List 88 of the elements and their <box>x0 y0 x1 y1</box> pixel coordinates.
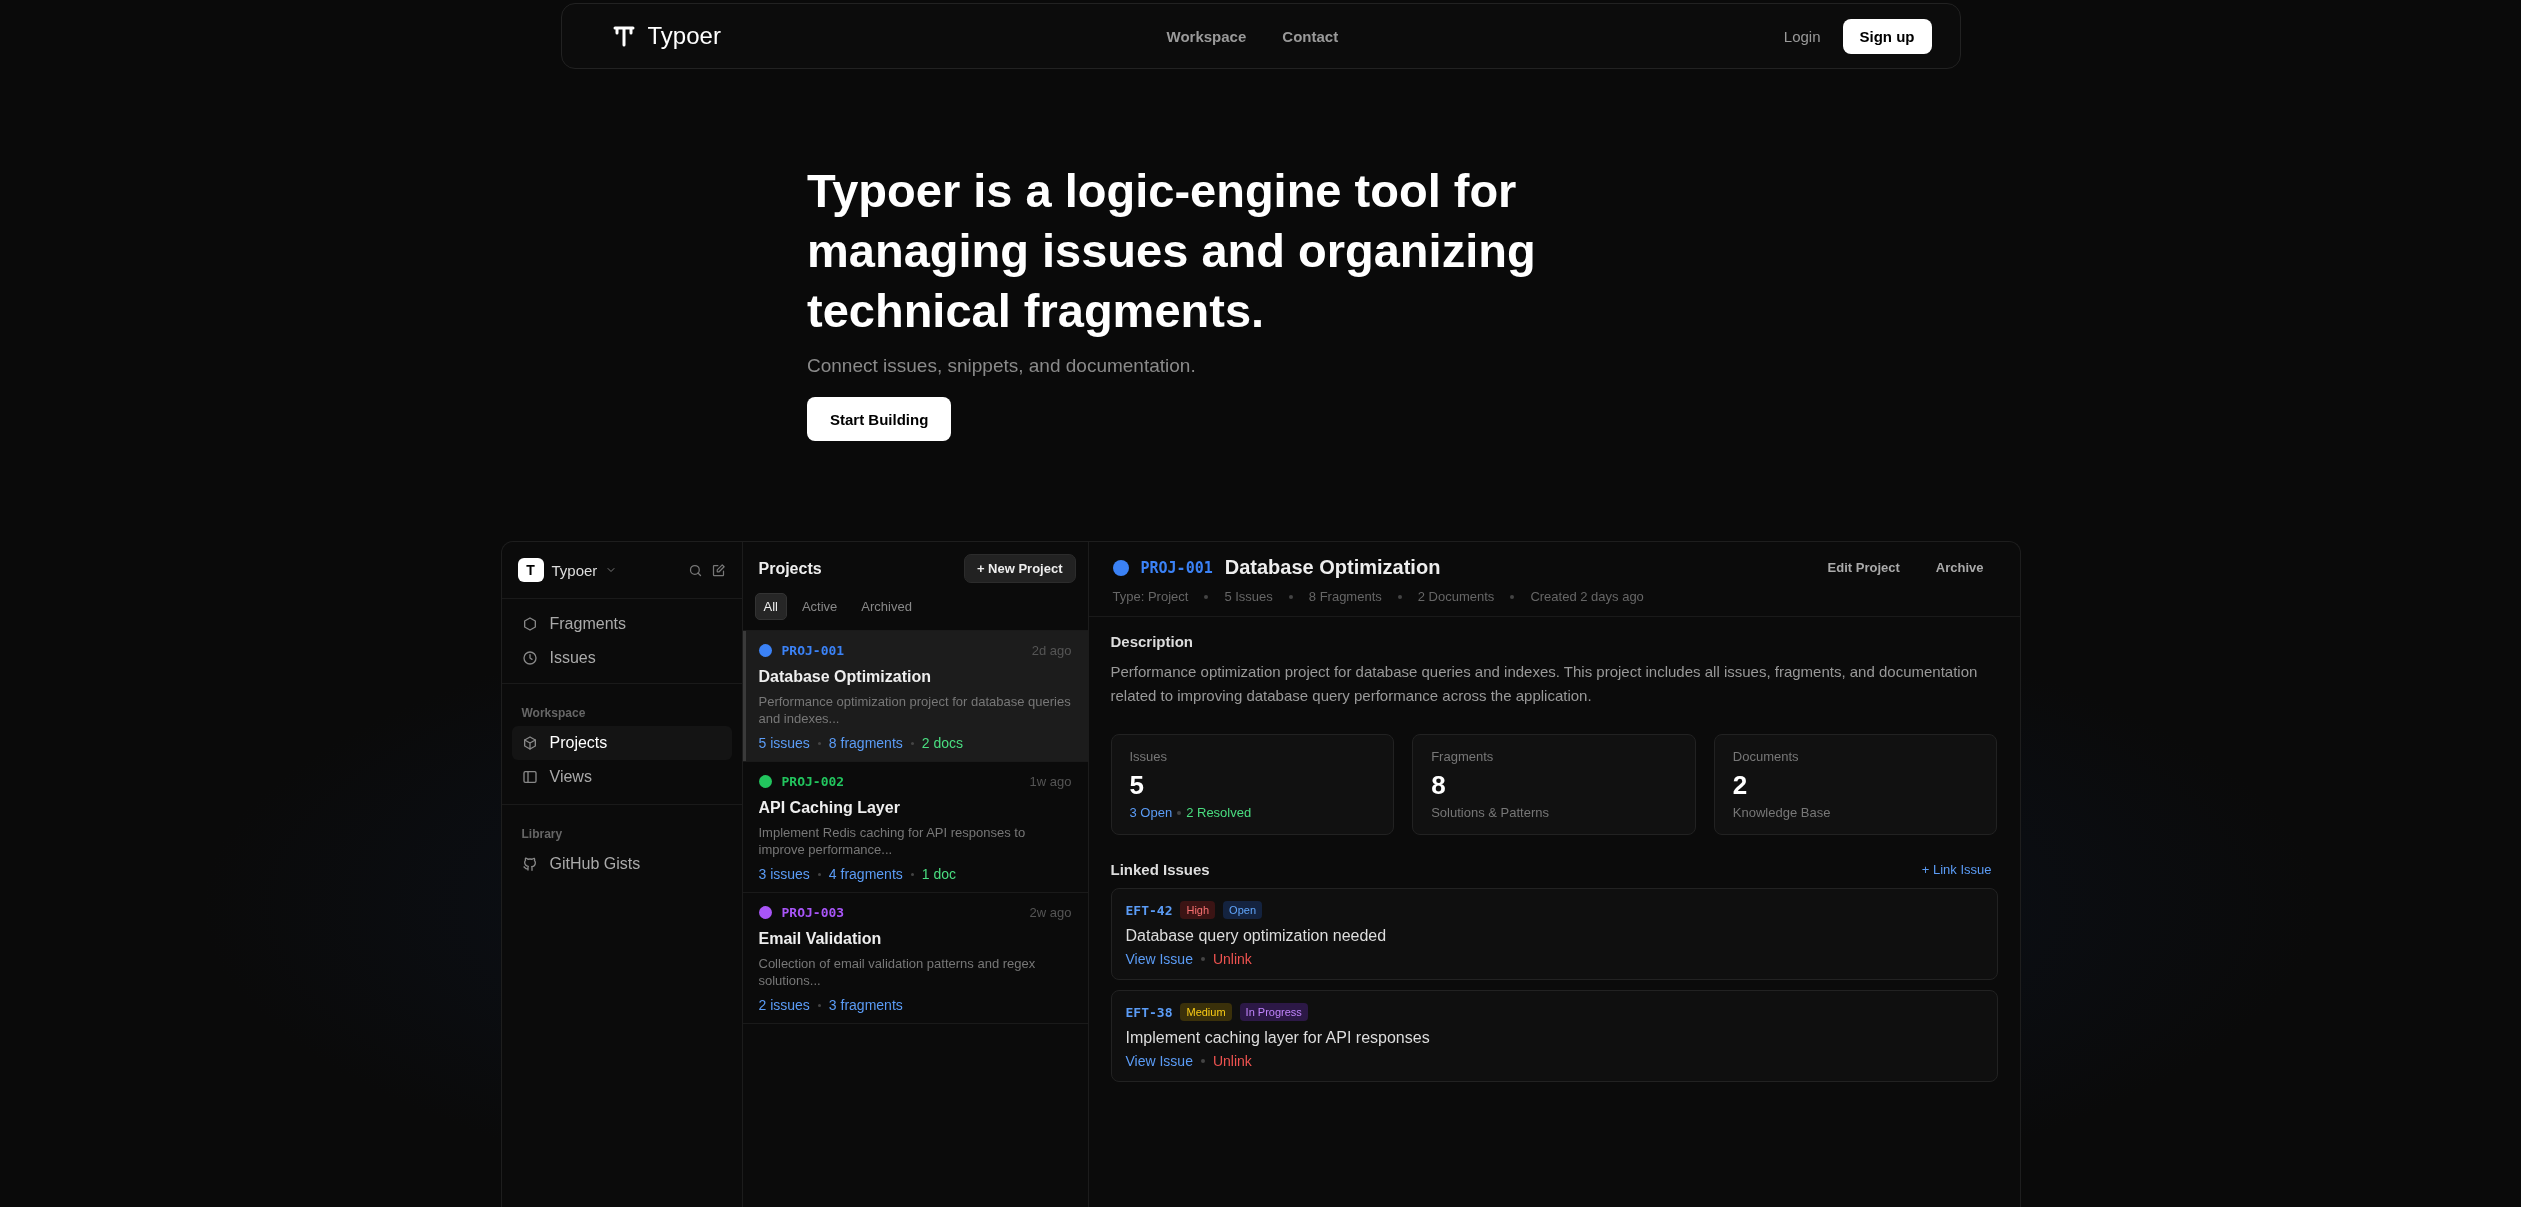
sidebar-item[interactable]: Projects <box>511 726 732 760</box>
section-heading: Workspace <box>521 706 587 720</box>
stat-label: Issues <box>1129 749 1169 764</box>
cube-icon <box>521 735 538 751</box>
logo-badge: T <box>517 558 544 582</box>
meta-text: Type: Project <box>1112 589 1189 604</box>
filter-tab[interactable]: Archived <box>852 593 921 620</box>
stat-note: 2 Resolved <box>1186 805 1252 820</box>
search-icon <box>687 562 703 578</box>
project-action-button[interactable]: Edit Project <box>1815 556 1912 579</box>
project-description: Performance optimization project for database queries and indexes. This project includes all issues, fragments, and documentation related to improving database query performance across the application. <box>1110 662 1979 706</box>
project-time: 2d ago <box>1031 643 1072 658</box>
issue-id: EFT-38 <box>1125 1004 1173 1020</box>
project-stat-link[interactable]: 4 fragments <box>828 866 903 882</box>
project-title: API Caching Layer <box>758 799 901 817</box>
logo-icon <box>611 24 636 48</box>
status-badge: Open <box>1223 901 1262 919</box>
login-link[interactable]: Login <box>1783 27 1821 45</box>
panel-title: Projects <box>758 559 822 578</box>
issue-title: Implement caching layer for API responses <box>1125 1029 1431 1047</box>
issue-action-link[interactable]: Unlink <box>1212 1053 1252 1069</box>
issue-title: Database query optimization needed <box>1125 927 1388 945</box>
sidebar-item[interactable]: Views <box>511 760 732 794</box>
project-title: Database Optimization <box>758 668 932 686</box>
workspace-name[interactable]: Typoer <box>551 561 598 579</box>
project-description: Implement Redis caching for API responses to improve performance... <box>758 824 1027 858</box>
stat-label: Fragments <box>1431 749 1495 764</box>
hero-heading: Typoer is a logic-engine tool for managing issues and organizing technical fragments. <box>807 163 1537 339</box>
project-id: PROJ-002 <box>781 774 845 789</box>
project-stat-link[interactable]: 3 issues <box>758 866 810 882</box>
meta-text: Created 2 days ago <box>1530 589 1644 604</box>
project-title: Database Optimization <box>1224 556 1442 579</box>
hero-subtitle: Connect issues, snippets, and documentation. <box>807 355 1197 377</box>
project-stat-link[interactable]: 8 fragments <box>828 735 903 751</box>
sign-up-button[interactable]: Sign up <box>1842 18 1932 54</box>
project-id: PROJ-001 <box>1140 558 1213 577</box>
new-project-button[interactable]: + New Project <box>963 554 1076 583</box>
issue-action-link[interactable]: Unlink <box>1212 951 1252 967</box>
project-id: PROJ-003 <box>781 905 845 920</box>
issue-action-link[interactable]: View Issue <box>1125 1053 1193 1069</box>
priority-badge: Medium <box>1180 1003 1232 1021</box>
status-badge: In Progress <box>1239 1003 1308 1021</box>
meta-text: 5 Issues <box>1224 589 1273 604</box>
project-id: PROJ-001 <box>781 643 845 658</box>
stat-note: Knowledge Base <box>1732 805 1831 820</box>
stat-note: 3 Open <box>1129 805 1173 820</box>
nav-link[interactable]: Workspace <box>1166 27 1247 45</box>
project-stat-link[interactable]: 2 issues <box>758 997 810 1013</box>
compose-icon <box>710 562 726 578</box>
panel-icon <box>521 769 538 785</box>
project-card[interactable]: PROJ-001 2d ago Database Optimization Performance optimization project for database queries and indexes... 5 issues 8 fragments 2 docs <box>742 631 1088 762</box>
meta-text: 8 Fragments <box>1308 589 1382 604</box>
section-heading: Linked Issues <box>1110 861 1210 878</box>
filter-tab[interactable]: Active <box>792 593 847 620</box>
priority-badge: High <box>1180 901 1216 919</box>
sidebar-item[interactable]: GitHub Gists <box>511 847 732 881</box>
project-action-button[interactable]: Archive <box>1923 556 1996 579</box>
meta-text: 2 Documents <box>1417 589 1495 604</box>
sidebar-item[interactable]: Fragments <box>511 607 732 641</box>
stat-label: Documents <box>1732 749 1800 764</box>
project-time: 2w ago <box>1029 905 1072 920</box>
project-card[interactable]: PROJ-003 2w ago Email Validation Collection of email validation patterns and regex solutions... 2 issues 3 fragments <box>742 893 1088 1024</box>
start-building-button[interactable]: Start Building <box>807 397 952 441</box>
stat-value: 8 <box>1431 770 1447 801</box>
project-time: 1w ago <box>1029 774 1072 789</box>
project-description: Performance optimization project for database queries and indexes... <box>758 693 1072 727</box>
clock-icon <box>521 650 538 666</box>
issue-id: EFT-42 <box>1125 902 1173 918</box>
link-issue-button[interactable]: + Link Issue <box>1915 861 1998 878</box>
hexagon-icon <box>521 616 538 632</box>
stat-value: 2 <box>1732 770 1749 801</box>
filter-tab[interactable]: All <box>754 593 787 620</box>
project-stat-link[interactable]: 1 doc <box>921 866 957 882</box>
stat-note: Solutions & Patterns <box>1431 805 1549 820</box>
project-title: Email Validation <box>758 930 883 948</box>
brand-name: Typoer <box>647 22 721 50</box>
sidebar-item[interactable]: Issues <box>511 641 732 675</box>
project-description: Collection of email validation patterns and regex solutions... <box>758 955 1037 989</box>
project-stat-link[interactable]: 5 issues <box>758 735 810 751</box>
section-heading: Description <box>1110 633 1194 650</box>
stat-value: 5 <box>1129 770 1145 801</box>
github-icon <box>521 856 538 872</box>
project-stat-link[interactable]: 2 docs <box>921 735 964 751</box>
issue-action-link[interactable]: View Issue <box>1125 951 1193 967</box>
project-card[interactable]: PROJ-002 1w ago API Caching Layer Implement Redis caching for API responses to improve performance... 3 issues 4 fragments 1 doc <box>742 762 1088 893</box>
project-stat-link[interactable]: 3 fragments <box>828 997 903 1013</box>
nav-link[interactable]: Contact <box>1282 27 1339 45</box>
section-heading: Library <box>521 827 564 841</box>
